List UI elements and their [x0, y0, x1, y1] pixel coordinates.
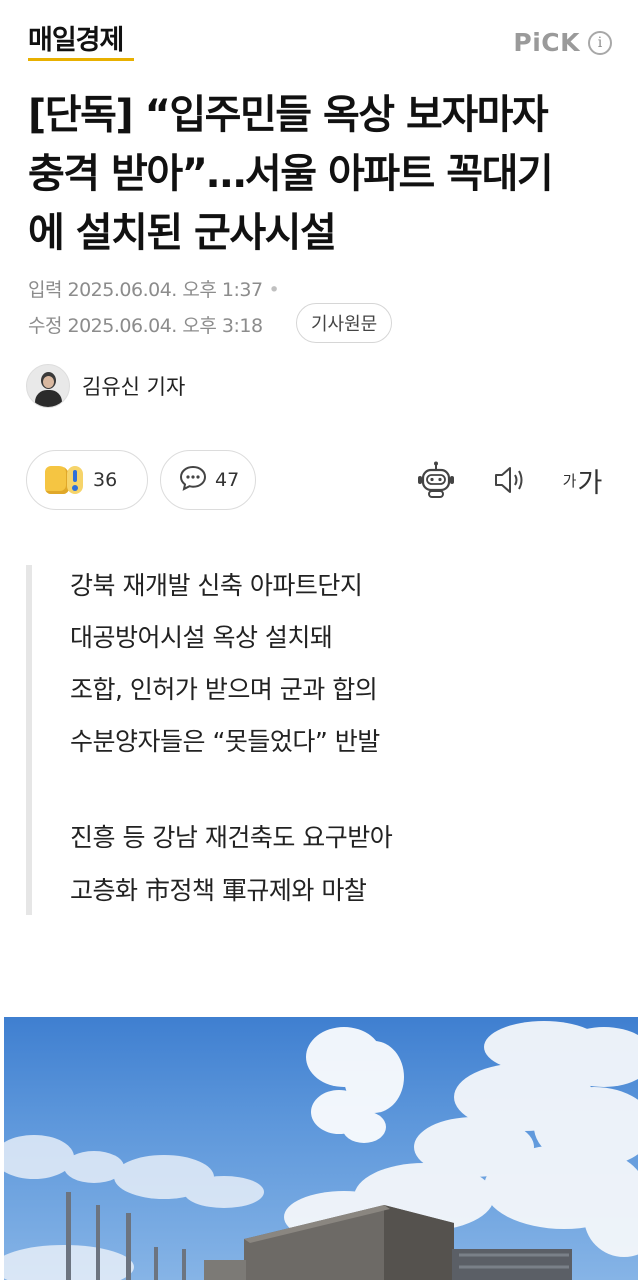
info-icon[interactable]: i — [588, 30, 612, 55]
separator-dot: • — [268, 279, 280, 301]
speaker-icon — [495, 467, 523, 493]
robot-summary-button[interactable] — [414, 458, 458, 502]
comment-button[interactable]: 47 — [160, 450, 256, 510]
author-row[interactable]: 김유신 기자 — [26, 364, 185, 408]
pick-badge[interactable]: PiCK i — [513, 28, 612, 57]
author-name: 김유신 기자 — [82, 375, 186, 399]
audio-button[interactable] — [490, 458, 530, 502]
summary-line: 강북 재개발 신축 아파트단지 — [70, 571, 363, 600]
font-size-large-label: 가 — [577, 467, 602, 499]
top-bar: 매일경제 PiCK i — [0, 0, 640, 80]
robot-icon — [418, 461, 454, 498]
pick-label: PiCK — [513, 28, 580, 57]
reaction-icons — [45, 466, 83, 494]
summary-line: 수분양자들은 “못들었다” 반발 — [70, 727, 380, 756]
photo-illustration — [4, 1021, 638, 1280]
summary-line: 고층화 市정책 軍규제와 마찰 — [70, 876, 367, 905]
font-size-small-label: 가 — [562, 471, 577, 490]
author-avatar — [26, 364, 70, 408]
summary-line: 진흥 등 강남 재건축도 요구받아 — [70, 823, 393, 852]
comment-icon — [179, 465, 207, 495]
article-headline: [단독] “입주민들 옥상 보자마자 충격 받아”…서울 아파트 꼭대기 에 설… — [28, 86, 618, 263]
summary-line: 대공방어시설 옥상 설치돼 — [70, 623, 333, 652]
summary-bar — [26, 565, 32, 915]
modified-date: 수정 2025.06.04. 오후 3:18 — [28, 315, 263, 337]
article-photo[interactable] — [4, 1017, 638, 1280]
original-article-button[interactable]: 기사원문 — [296, 303, 393, 343]
logo-underline — [28, 58, 134, 61]
surprise-icon — [67, 466, 83, 494]
headline-line-2: 충격 받아”…서울 아파트 꼭대기 — [28, 151, 554, 197]
summary-line: 조합, 인허가 받으며 군과 합의 — [70, 675, 378, 704]
publisher-logo[interactable]: 매일경제 — [28, 24, 124, 58]
reaction-count: 36 — [93, 469, 118, 491]
input-date: 입력 2025.06.04. 오후 1:37 — [28, 279, 263, 301]
reaction-button[interactable]: 36 — [26, 450, 148, 510]
headline-line-3: 에 설치된 군사시설 — [28, 210, 337, 256]
font-size-button[interactable]: 가가 — [560, 458, 604, 502]
comment-count: 47 — [215, 469, 240, 491]
input-date-row: 입력 2025.06.04. 오후 1:37 • — [28, 275, 280, 302]
thumbs-up-icon — [45, 466, 69, 494]
headline-line-1: [단독] “입주민들 옥상 보자마자 — [28, 92, 549, 138]
